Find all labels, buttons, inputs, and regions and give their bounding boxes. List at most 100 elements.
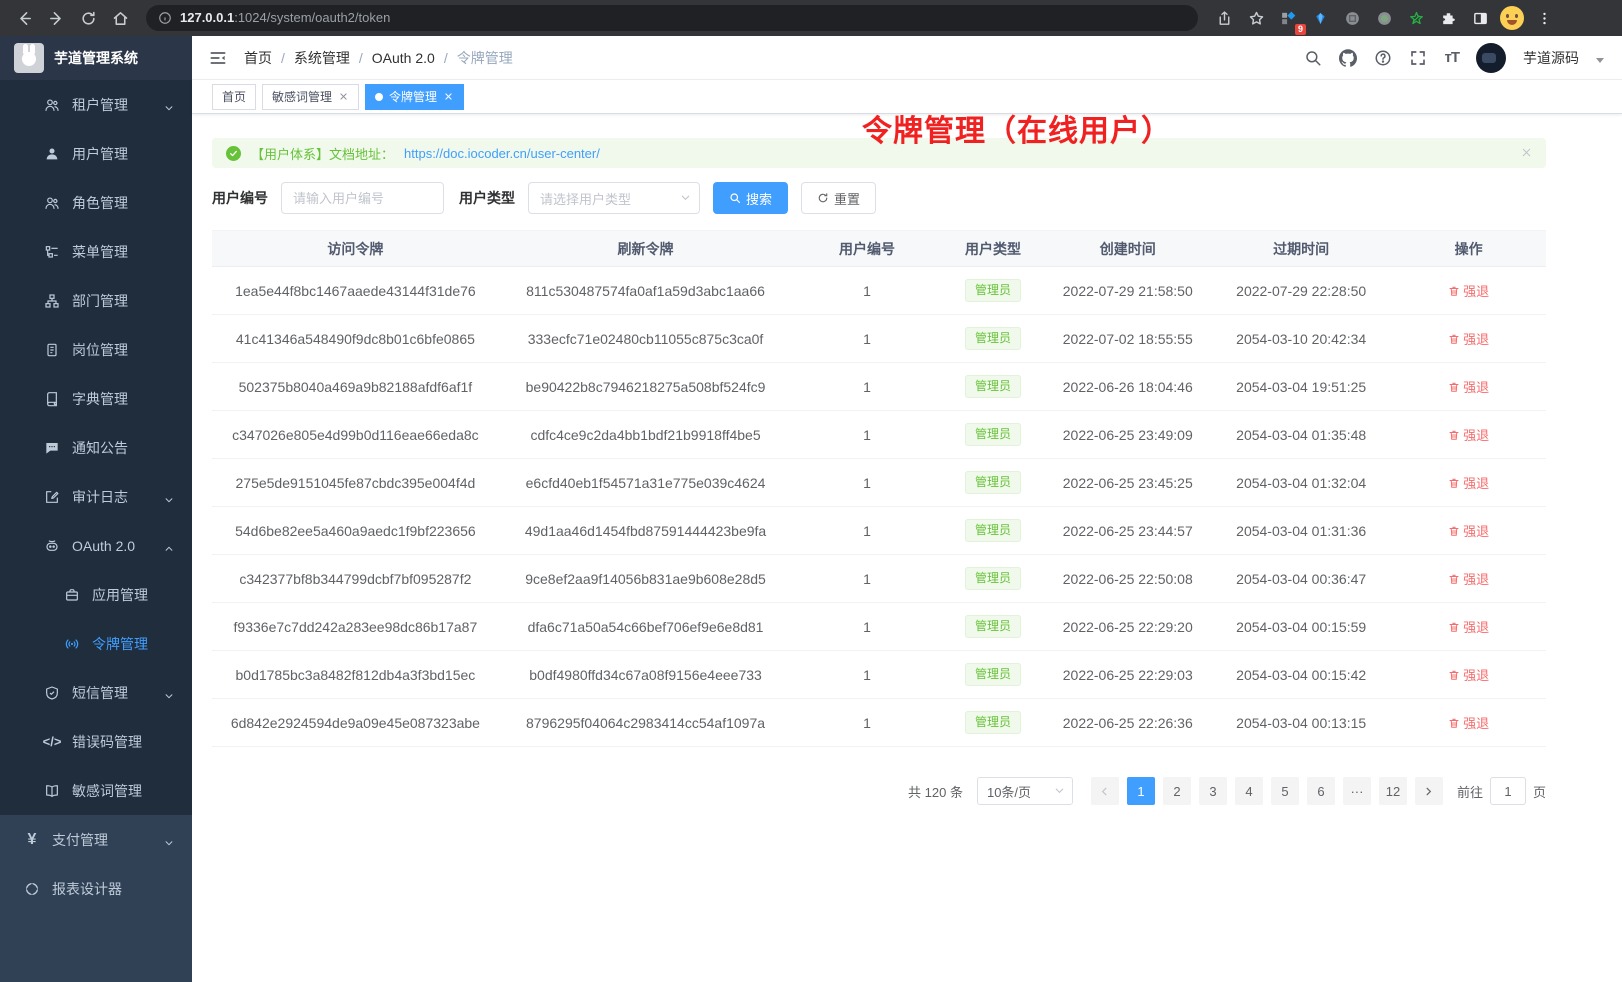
search-button[interactable]: 搜索 bbox=[713, 182, 788, 214]
page-button-1[interactable]: 1 bbox=[1127, 777, 1155, 805]
breadcrumb-home[interactable]: 首页 bbox=[244, 48, 272, 68]
bookmark-star-icon[interactable] bbox=[1242, 4, 1270, 32]
page-button-12[interactable]: 12 bbox=[1379, 777, 1407, 805]
extension-badge-icon[interactable]: 9 bbox=[1274, 4, 1302, 32]
profile-avatar[interactable] bbox=[1498, 4, 1526, 32]
force-logout-button[interactable]: 强退 bbox=[1448, 665, 1489, 684]
sidebar-item-label: 部门管理 bbox=[72, 291, 128, 311]
sidebar-item-sensitive[interactable]: 敏感词管理 bbox=[0, 766, 192, 815]
sidebar-item-sms[interactable]: 短信管理 bbox=[0, 668, 192, 717]
recorder-extension-icon[interactable] bbox=[1370, 4, 1398, 32]
tab-home[interactable]: 首页 bbox=[212, 84, 256, 110]
table-row: 275e5de9151045fe87cbdc395e004f4d e6cfd40… bbox=[212, 459, 1546, 507]
trash-icon bbox=[1448, 669, 1460, 681]
chevron-down-icon[interactable] bbox=[1596, 58, 1604, 63]
user-avatar[interactable] bbox=[1476, 43, 1506, 73]
breadcrumb-oauth[interactable]: OAuth 2.0 bbox=[372, 50, 435, 66]
sidebar-item-menu[interactable]: 菜单管理 bbox=[0, 227, 192, 276]
user-id-cell: 1 bbox=[792, 651, 941, 699]
gem-extension-icon[interactable] bbox=[1306, 4, 1334, 32]
force-logout-button[interactable]: 强退 bbox=[1448, 473, 1489, 492]
sidebar-item-post[interactable]: 岗位管理 bbox=[0, 325, 192, 374]
force-logout-button[interactable]: 强退 bbox=[1448, 281, 1489, 300]
tab-token-management[interactable]: 令牌管理 bbox=[365, 84, 464, 110]
browser-menu-icon[interactable] bbox=[1530, 4, 1558, 32]
page-button-3[interactable]: 3 bbox=[1199, 777, 1227, 805]
help-icon[interactable] bbox=[1374, 49, 1392, 67]
created-cell: 2022-07-02 18:55:55 bbox=[1044, 315, 1211, 363]
page-button-2[interactable]: 2 bbox=[1163, 777, 1191, 805]
sidebar-item-oauth[interactable]: OAuth 2.0 bbox=[0, 521, 192, 570]
force-logout-button[interactable]: 强退 bbox=[1448, 329, 1489, 348]
page-button-4[interactable]: 4 bbox=[1235, 777, 1263, 805]
more-pages-button[interactable]: ··· bbox=[1343, 777, 1371, 805]
font-size-icon[interactable]: ᴛT bbox=[1444, 49, 1459, 66]
breadcrumb-system[interactable]: 系统管理 bbox=[294, 48, 350, 68]
active-dot bbox=[375, 93, 383, 101]
sidebar-item-oauth-app[interactable]: 应用管理 bbox=[0, 570, 192, 619]
tab-sensitive-words[interactable]: 敏感词管理 bbox=[262, 84, 359, 110]
force-logout-button[interactable]: 强退 bbox=[1448, 425, 1489, 444]
page-button-6[interactable]: 6 bbox=[1307, 777, 1335, 805]
gray-extension-icon[interactable] bbox=[1338, 4, 1366, 32]
close-icon[interactable] bbox=[338, 91, 349, 102]
page-size-select[interactable]: 10条/页 bbox=[977, 777, 1073, 805]
sidebar-toggle-icon[interactable] bbox=[192, 48, 244, 68]
alert-close-icon[interactable] bbox=[1521, 146, 1532, 161]
prev-page-button[interactable] bbox=[1091, 777, 1119, 805]
next-page-button[interactable] bbox=[1415, 777, 1443, 805]
trash-icon bbox=[1448, 429, 1460, 441]
sidebar-item-audit[interactable]: 审计日志 bbox=[0, 472, 192, 521]
sidebar-item-tenant[interactable]: 租户管理 bbox=[0, 80, 192, 129]
sidebar-item-user[interactable]: 用户管理 bbox=[0, 129, 192, 178]
extensions-puzzle-icon[interactable] bbox=[1434, 4, 1462, 32]
user-type-badge: 管理员 bbox=[965, 279, 1021, 302]
search-icon[interactable] bbox=[1304, 49, 1322, 67]
table-row: 502375b8040a469a9b82188afdf6af1f be90422… bbox=[212, 363, 1546, 411]
page-button-5[interactable]: 5 bbox=[1271, 777, 1299, 805]
force-logout-button[interactable]: 强退 bbox=[1448, 521, 1489, 540]
github-icon[interactable] bbox=[1339, 49, 1357, 67]
token-table: 访问令牌 刷新令牌 用户编号 用户类型 创建时间 过期时间 操作 1ea5e44… bbox=[212, 230, 1546, 747]
sidebar-item-dict[interactable]: 字典管理 bbox=[0, 374, 192, 423]
force-logout-button[interactable]: 强退 bbox=[1448, 713, 1489, 732]
address-bar[interactable]: 127.0.0.1:1024/system/oauth2/token bbox=[146, 5, 1198, 31]
breadcrumb-separator: / bbox=[444, 50, 448, 66]
users-icon bbox=[44, 97, 60, 113]
sidebar-item-notice[interactable]: 通知公告 bbox=[0, 423, 192, 472]
sidebar: 芋道管理系统 租户管理 用户管理 角色管理 菜单管 bbox=[0, 36, 192, 982]
sidebar-item-role[interactable]: 角色管理 bbox=[0, 178, 192, 227]
share-icon[interactable] bbox=[1210, 4, 1238, 32]
sidebar-item-pay[interactable]: ¥ 支付管理 bbox=[0, 815, 192, 864]
sidebar-item-oauth-token[interactable]: 令牌管理 bbox=[0, 619, 192, 668]
force-logout-button[interactable]: 强退 bbox=[1448, 377, 1489, 396]
col-created: 创建时间 bbox=[1044, 231, 1211, 267]
sidebar-item-report[interactable]: 报表设计器 bbox=[0, 864, 192, 913]
goto-page-input[interactable] bbox=[1490, 777, 1526, 805]
doc-link[interactable]: https://doc.iocoder.cn/user-center/ bbox=[404, 146, 600, 161]
username[interactable]: 芋道源码 bbox=[1523, 48, 1579, 68]
message-icon bbox=[44, 440, 60, 456]
user-id-input[interactable] bbox=[281, 182, 444, 214]
expires-cell: 2054-03-10 20:42:34 bbox=[1211, 315, 1391, 363]
access-token-cell: f9336e7c7dd242a283ee98dc86b17a87 bbox=[212, 603, 499, 651]
browser-reload-icon[interactable] bbox=[74, 4, 102, 32]
browser-forward-icon[interactable] bbox=[42, 4, 70, 32]
site-info-icon[interactable] bbox=[158, 11, 172, 25]
user-type-label: 用户类型 bbox=[459, 188, 515, 208]
app-logo-row[interactable]: 芋道管理系统 bbox=[0, 36, 192, 80]
force-logout-button[interactable]: 强退 bbox=[1448, 569, 1489, 588]
close-icon[interactable] bbox=[443, 91, 454, 102]
green-star-extension-icon[interactable] bbox=[1402, 4, 1430, 32]
browser-home-icon[interactable] bbox=[106, 4, 134, 32]
user-id-cell: 1 bbox=[792, 507, 941, 555]
sidebar-item-label: 支付管理 bbox=[52, 830, 108, 850]
force-logout-button[interactable]: 强退 bbox=[1448, 617, 1489, 636]
reset-button[interactable]: 重置 bbox=[801, 182, 876, 214]
fullscreen-icon[interactable] bbox=[1409, 49, 1427, 67]
browser-back-icon[interactable] bbox=[10, 4, 38, 32]
user-type-select[interactable]: 请选择用户类型 bbox=[528, 182, 700, 214]
sidebar-item-dept[interactable]: 部门管理 bbox=[0, 276, 192, 325]
split-screen-icon[interactable] bbox=[1466, 4, 1494, 32]
sidebar-item-errcode[interactable]: </> 错误码管理 bbox=[0, 717, 192, 766]
